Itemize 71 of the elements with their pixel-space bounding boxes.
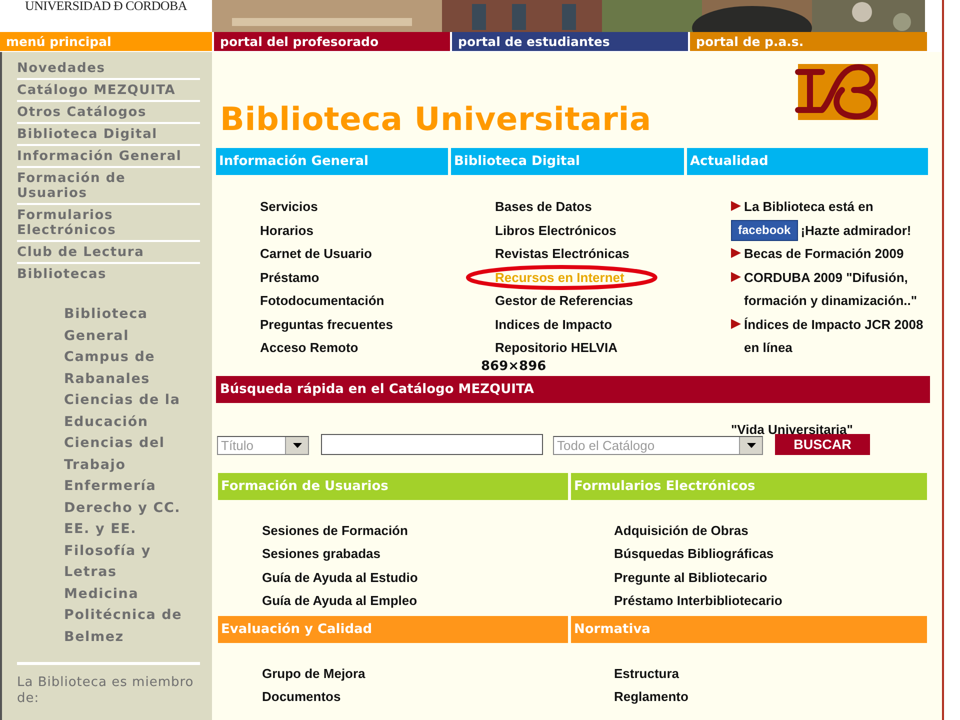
section-header: Formación de Usuarios (218, 472, 568, 500)
sidebar-item[interactable]: Club de Lectura (17, 242, 200, 264)
sidebar-subitem[interactable]: Biblioteca General (64, 304, 200, 347)
section-header: Actualidad (687, 148, 928, 175)
size-label: 869×896 (481, 360, 548, 374)
sidebar-subitem[interactable]: Filosofía y Letras (64, 540, 200, 584)
sidebar-item[interactable]: Bibliotecas (17, 264, 200, 284)
section-header: Biblioteca Digital (451, 148, 684, 175)
arrow-icon (731, 248, 741, 258)
caret-icon (292, 442, 302, 448)
page-title: Biblioteca Universitaria (220, 100, 652, 138)
section-link[interactable]: Revistas Electrónicas (495, 242, 630, 266)
section-link[interactable]: Carnet de Usuario (260, 242, 372, 266)
section-link[interactable]: Búsquedas Bibliográficas (614, 542, 774, 566)
section-header: Evaluación y Calidad (218, 616, 568, 642)
section-link[interactable]: Estructura (614, 662, 680, 685)
search-field[interactable] (321, 434, 543, 454)
section-link[interactable]: Préstamo (260, 266, 320, 289)
section-link[interactable]: Fotodocumentación (260, 289, 384, 312)
section-link[interactable]: Preguntas frecuentes (260, 312, 393, 336)
section-link[interactable]: Guía de Ayuda al Empleo (262, 589, 418, 612)
sidebar-subitem[interactable]: Ciencias de la Educación (64, 390, 200, 433)
news-text[interactable]: ¡Hazte admirador! (800, 218, 928, 242)
section-header: Información General (216, 148, 448, 175)
sidebar-subitem[interactable]: Ciencias del Trabajo (64, 433, 200, 476)
sidebar-subitem[interactable]: Enfermería (64, 476, 200, 498)
section-link[interactable]: Reglamento (614, 685, 688, 708)
facebook-badge[interactable]: facebook (731, 220, 798, 241)
news-text[interactable]: "Vida Universitaria" (731, 424, 870, 434)
section-link[interactable]: Préstamo Interbibliotecario (614, 589, 782, 612)
section-link[interactable]: Horarios (260, 218, 314, 242)
section-link[interactable]: Sesiones grabadas (262, 542, 380, 566)
section-link[interactable]: Sesiones de Formación (262, 518, 408, 542)
section-link[interactable]: Bases de Datos (495, 195, 592, 218)
arrow-icon (731, 201, 741, 211)
member-note: La Biblioteca es miembro de: (17, 674, 195, 707)
section-link[interactable]: Acceso Remoto (260, 336, 358, 360)
sidebar-subitem[interactable]: Campus de Rabanales (64, 347, 200, 390)
sidebar-subitem[interactable]: Medicina (64, 584, 200, 605)
section-header: Formularios Electrónicos (571, 472, 927, 500)
section-link[interactable]: Documentos (262, 685, 341, 708)
caret-icon (746, 442, 756, 448)
arrow-icon (731, 272, 741, 282)
section-link[interactable]: Grupo de Mejora (262, 662, 366, 685)
search-button[interactable]: BUSCAR (775, 434, 870, 454)
search-header: Búsqueda rápida en el Catálogo MEZQUITA (216, 376, 930, 402)
section-link[interactable]: Repositorio HELVIA (495, 336, 618, 360)
sidebar-subitem[interactable]: Derecho y CC. EE. y EE. (64, 498, 200, 540)
section-link[interactable]: Libros Electrónicos (495, 218, 616, 242)
nav-tab[interactable]: portal de estudiantes (452, 32, 688, 51)
section-link[interactable]: Servicios (260, 195, 318, 218)
section-header: Normativa (571, 616, 927, 642)
nav-tab[interactable]: portal del profesorado (214, 32, 450, 51)
arrow-icon (731, 318, 741, 328)
news-text[interactable]: La Biblioteca está en (744, 195, 928, 218)
sidebar-item[interactable]: Formularios Electrónicos (17, 205, 200, 242)
news-text[interactable]: Becas de Formación 2009 (744, 242, 928, 266)
news-text[interactable]: CORDUBA 2009 "Difusión, formación y dinamización.." (744, 266, 928, 312)
sidebar-item[interactable]: Formación de Usuarios (17, 168, 200, 205)
sidebar-item[interactable]: Otros Catálogos (17, 102, 200, 124)
sidebar-item[interactable]: Novedades (17, 58, 200, 80)
section-link[interactable]: Adquisición de Obras (614, 518, 748, 542)
section-link[interactable]: Gestor de Referencias (495, 289, 634, 312)
news-text[interactable]: Índices de Impacto JCR 2008 en línea (744, 312, 928, 360)
section-link[interactable]: Guía de Ayuda al Estudio (262, 566, 418, 589)
section-link[interactable]: Indices de Impacto (495, 312, 612, 336)
sidebar-item[interactable]: Catálogo MEZQUITA (17, 80, 200, 102)
sidebar-item[interactable]: Información General (17, 146, 200, 168)
sidebar-subitem[interactable]: Politécnica de Belmez (64, 605, 200, 648)
section-link[interactable]: Pregunte al Bibliotecario (614, 566, 768, 589)
sidebar-item[interactable]: Biblioteca Digital (17, 124, 200, 146)
